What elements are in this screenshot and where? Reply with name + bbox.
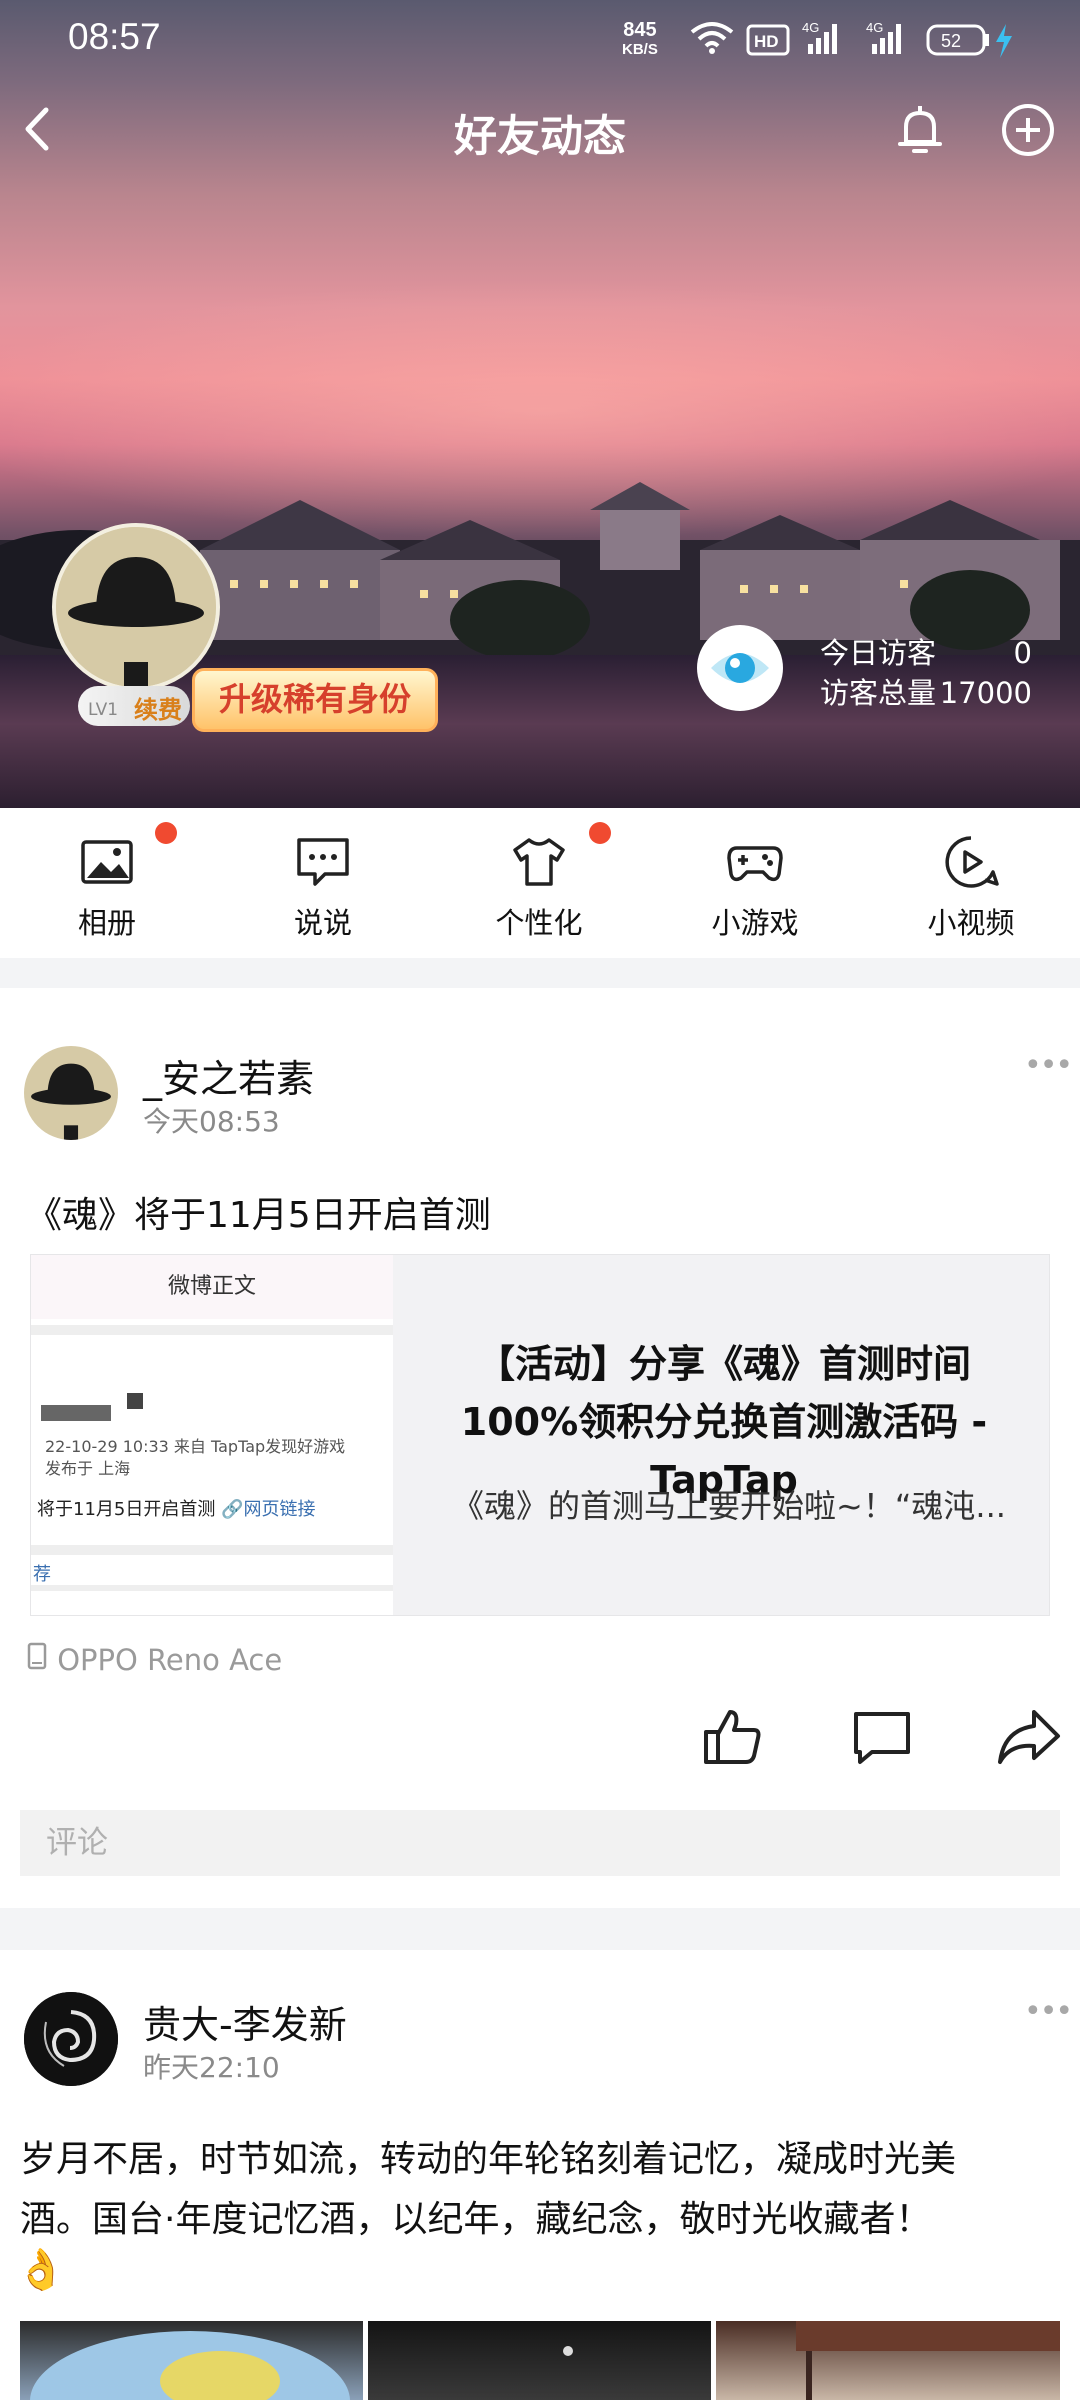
menu-item-minigame[interactable]: 小游戏 xyxy=(695,834,815,942)
comment-icon[interactable] xyxy=(852,1706,914,1768)
status-icons: HD 4G 4G 52 xyxy=(690,20,1012,58)
battery-level: 52 xyxy=(941,31,961,51)
feed-post[interactable]: 贵大-李发新 昨天22:10 ••• 岁月不居，时节如流，转动的年轮铭刻着记忆，… xyxy=(0,1950,1080,2400)
sim1-label: 4G xyxy=(802,20,819,35)
profile-avatar[interactable] xyxy=(52,523,220,691)
thumb-location: 发布于 上海 xyxy=(45,1459,131,1478)
thumb-divider xyxy=(31,1325,393,1335)
hd-label: HD xyxy=(754,32,779,51)
menu-label-shortvideo: 小视频 xyxy=(927,906,1015,940)
level-badge[interactable]: LV1 续费 xyxy=(78,686,190,726)
net-speed-unit: KB/S xyxy=(622,41,658,58)
post-image-content xyxy=(30,2331,350,2400)
post-image[interactable] xyxy=(20,2321,363,2400)
comment-input[interactable]: 评论 xyxy=(20,1810,1060,1876)
post-text-line1: 岁月不居，时节如流，转动的年轮铭刻着记忆，凝成时光美 xyxy=(20,2139,957,2180)
visitor-stats[interactable]: 今日访客 0 访客总量 17000 xyxy=(820,632,1032,712)
post-author-avatar[interactable] xyxy=(24,1046,118,1140)
thumb-tag: 荐 xyxy=(33,1564,51,1585)
link-description: 《魂》的首测马上要开始啦~！“魂沌... xyxy=(452,1487,1006,1525)
feed-post[interactable]: _安之若素 今天08:53 ••• 《魂》将于11月5日开启首测 微博正文 22… xyxy=(0,988,1080,1908)
thumb-divider xyxy=(31,1545,393,1555)
menu-item-shortvideo[interactable]: 小视频 xyxy=(911,834,1031,942)
shared-link-card[interactable]: 微博正文 22-10-29 10:33 来自 TapTap发现好游戏 发布于 上… xyxy=(30,1254,1050,1616)
visitor-eye-button[interactable] xyxy=(697,625,783,711)
like-icon[interactable] xyxy=(702,1706,764,1768)
status-time: 08:57 xyxy=(68,16,161,57)
ok-hand-emoji: 👌 xyxy=(16,2247,66,2293)
thumb-redacted xyxy=(127,1393,143,1409)
photo-album-icon xyxy=(81,840,133,884)
tshirt-icon xyxy=(513,838,565,886)
phone-icon xyxy=(27,1642,47,1670)
thumb-link: 网页链接 xyxy=(243,1499,316,1520)
level-label: LV1 xyxy=(88,700,119,720)
net-speed-value: 845 xyxy=(623,19,657,41)
renew-label: 续费 xyxy=(134,696,182,724)
signal-icon-2: 4G xyxy=(866,20,901,54)
visitors-total-value: 17000 xyxy=(939,676,1032,710)
network-speed: 845 KB/S xyxy=(622,20,658,60)
share-icon[interactable] xyxy=(996,1706,1062,1768)
link-thumbnail: 微博正文 22-10-29 10:33 来自 TapTap发现好游戏 发布于 上… xyxy=(31,1255,393,1615)
upgrade-identity-button[interactable]: 升级稀有身份 xyxy=(192,668,438,732)
video-play-icon xyxy=(945,836,999,888)
post-image-content xyxy=(563,2346,573,2356)
wifi-icon xyxy=(690,22,734,48)
thumb-divider xyxy=(31,1585,393,1591)
post-author-avatar[interactable] xyxy=(24,1992,118,2086)
thumb-date: 22-10-29 10:33 来自 TapTap发现好游戏 xyxy=(45,1437,346,1456)
menu-item-shuoshuo[interactable]: 说说 xyxy=(263,834,383,942)
menu-item-album[interactable]: 相册 xyxy=(47,834,167,942)
post-text-line2: 酒。国台·年度记忆酒，以纪年，藏纪念，敬时光收藏者！ xyxy=(20,2199,932,2240)
post-image-content xyxy=(796,2321,1060,2400)
post-image[interactable] xyxy=(716,2321,1060,2400)
post-time: 昨天22:10 xyxy=(143,2051,280,2084)
post-device: OPPO Reno Ace xyxy=(26,1642,282,1677)
visitors-today-label: 今日访客 xyxy=(820,636,937,670)
bowler-hat-avatar xyxy=(24,1046,118,1140)
personalize-notification-dot xyxy=(589,822,611,844)
nautilus-shell-avatar xyxy=(24,1992,118,2086)
post-time: 今天08:53 xyxy=(143,1105,280,1138)
visitors-today-value: 0 xyxy=(1013,636,1032,670)
thumb-line: 将于11月5日开启首测 🔗网页链接 xyxy=(37,1499,316,1520)
thumb-redacted xyxy=(41,1405,111,1421)
post-author-name[interactable]: 贵大-李发新 xyxy=(143,1994,347,2049)
feature-menu: 相册 说说 个性化 小游戏 小视频 xyxy=(0,808,1080,958)
eye-icon xyxy=(711,653,769,683)
sim2-label: 4G xyxy=(866,20,883,35)
post-text: 《魂》将于11月5日开启首测 xyxy=(26,1195,491,1236)
charging-icon xyxy=(996,24,1012,58)
bell-icon[interactable] xyxy=(892,102,948,158)
device-name: OPPO Reno Ace xyxy=(57,1643,283,1677)
menu-label-shuoshuo: 说说 xyxy=(293,906,352,940)
signal-icon-1: 4G xyxy=(802,20,837,54)
menu-item-personalize[interactable]: 个性化 xyxy=(479,834,599,942)
more-options-icon[interactable]: ••• xyxy=(1024,1048,1073,1083)
visitors-total-label: 访客总量 xyxy=(820,676,937,710)
menu-label-album: 相册 xyxy=(77,906,136,940)
menu-label-minigame: 小游戏 xyxy=(711,906,799,940)
message-icon xyxy=(297,838,349,886)
album-notification-dot xyxy=(155,822,177,844)
top-nav: 好友动态 xyxy=(0,90,1080,170)
add-circle-icon[interactable] xyxy=(998,100,1058,160)
gamepad-icon xyxy=(727,846,783,882)
post-author-name[interactable]: _安之若素 xyxy=(143,1048,314,1103)
more-options-icon[interactable]: ••• xyxy=(1024,1994,1073,2029)
bowler-hat-avatar xyxy=(56,527,216,687)
status-bar: 08:57 845 KB/S HD 4G 4G 52 xyxy=(0,0,1080,80)
menu-label-personalize: 个性化 xyxy=(495,906,583,940)
thumb-header: 微博正文 xyxy=(31,1255,393,1319)
post-image[interactable] xyxy=(368,2321,711,2400)
